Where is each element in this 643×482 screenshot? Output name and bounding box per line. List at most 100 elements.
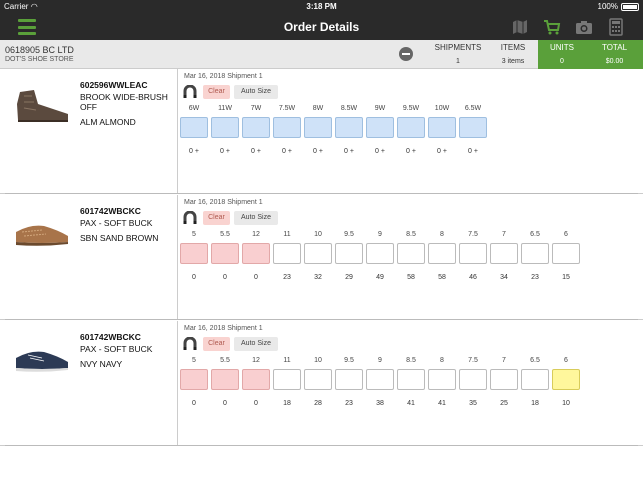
size-label: 9.5 bbox=[344, 231, 354, 238]
size-quantity-box[interactable] bbox=[335, 243, 363, 264]
clear-button[interactable]: Clear bbox=[203, 211, 230, 225]
size-quantity-box[interactable] bbox=[428, 243, 456, 264]
total-label: TOTAL bbox=[601, 43, 628, 52]
nav-actions bbox=[511, 18, 625, 36]
size-cell: 12 0 bbox=[242, 357, 270, 407]
size-quantity-box[interactable] bbox=[397, 117, 425, 138]
size-quantity-box[interactable] bbox=[366, 243, 394, 264]
size-quantity-box[interactable] bbox=[304, 243, 332, 264]
size-cell: 9.5 23 bbox=[335, 357, 363, 407]
size-available: 49 bbox=[376, 274, 384, 281]
clear-button[interactable]: Clear bbox=[203, 337, 230, 351]
size-quantity-box[interactable] bbox=[304, 369, 332, 390]
size-quantity-box[interactable] bbox=[397, 369, 425, 390]
size-available: 35 bbox=[469, 400, 477, 407]
units-label: UNITS bbox=[550, 43, 574, 52]
size-quantity-box[interactable] bbox=[211, 243, 239, 264]
size-quantity-box[interactable] bbox=[273, 243, 301, 264]
size-label: 8W bbox=[312, 105, 324, 112]
size-quantity-box[interactable] bbox=[304, 117, 332, 138]
size-label: 9 bbox=[378, 357, 382, 364]
size-quantity-box[interactable] bbox=[180, 369, 208, 390]
size-available: 0 + bbox=[313, 148, 323, 155]
product-row: 601742WBCKC PAX - SOFT BUCK SBN SAND BRO… bbox=[0, 195, 643, 320]
size-available: 0 bbox=[254, 400, 258, 407]
size-label: 6 bbox=[564, 231, 568, 238]
calculator-icon[interactable] bbox=[607, 18, 625, 36]
size-quantity-box[interactable] bbox=[366, 369, 394, 390]
size-cell: 6.5W 0 + bbox=[459, 105, 487, 155]
size-cell: 10 28 bbox=[304, 357, 332, 407]
shipment-date: Mar 16, 2018 Shipment 1 bbox=[184, 199, 263, 206]
size-label: 6.5 bbox=[530, 357, 540, 364]
size-quantity-box[interactable] bbox=[273, 117, 301, 138]
remove-customer-button[interactable] bbox=[399, 47, 413, 61]
size-quantity-box[interactable] bbox=[459, 369, 487, 390]
size-quantity-box[interactable] bbox=[521, 369, 549, 390]
size-quantity-box[interactable] bbox=[242, 243, 270, 264]
size-quantity-box[interactable] bbox=[459, 117, 487, 138]
magnet-icon[interactable] bbox=[183, 211, 197, 225]
size-quantity-box[interactable] bbox=[366, 117, 394, 138]
size-label: 7.5 bbox=[468, 231, 478, 238]
size-quantity-box[interactable] bbox=[273, 369, 301, 390]
size-quantity-box[interactable] bbox=[521, 243, 549, 264]
size-quantity-box[interactable] bbox=[428, 117, 456, 138]
size-label: 8 bbox=[440, 231, 444, 238]
size-quantity-box[interactable] bbox=[180, 243, 208, 264]
size-cell: 8 58 bbox=[428, 231, 456, 281]
magnet-icon[interactable] bbox=[183, 337, 197, 351]
size-quantity-box[interactable] bbox=[211, 369, 239, 390]
auto-size-button[interactable]: Auto Size bbox=[234, 85, 278, 99]
size-cell: 7.5 35 bbox=[459, 357, 487, 407]
shipments-label: SHIPMENTS bbox=[434, 43, 482, 52]
size-grid: 6W 0 + 11W 0 + 7W 0 + 7.5W 0 + 8W 0 + 8.5W 0 +… bbox=[180, 105, 487, 155]
size-label: 11 bbox=[283, 357, 291, 364]
size-quantity-box[interactable] bbox=[490, 243, 518, 264]
size-quantity-box[interactable] bbox=[242, 369, 270, 390]
divider bbox=[177, 321, 178, 446]
battery-status: 100% bbox=[598, 2, 639, 11]
customer-name: 0618905 BC LTD bbox=[5, 45, 74, 55]
size-quantity-box[interactable] bbox=[552, 369, 580, 390]
cart-icon[interactable] bbox=[543, 18, 561, 36]
size-quantity-box[interactable] bbox=[211, 117, 239, 138]
product-row: 602596WWLEAC BROOK WIDE-BRUSH OFF ALM AL… bbox=[0, 69, 643, 194]
auto-size-button[interactable]: Auto Size bbox=[234, 211, 278, 225]
size-available: 0 bbox=[223, 400, 227, 407]
size-cell: 6.5 18 bbox=[521, 357, 549, 407]
clear-button[interactable]: Clear bbox=[203, 85, 230, 99]
size-grid: 50 5.5 0 12 0 11 18 10 28 9.5 23 9 38 8.5 41 84… bbox=[180, 357, 580, 407]
size-quantity-box[interactable] bbox=[335, 369, 363, 390]
size-quantity-box[interactable] bbox=[397, 243, 425, 264]
size-quantity-box[interactable] bbox=[428, 369, 456, 390]
size-quantity-box[interactable] bbox=[180, 117, 208, 138]
size-label: 7.5 bbox=[468, 357, 478, 364]
size-grid: 50 5.5 0 12 0 11 23 10 32 9.5 29 9 49 8.5 58 85… bbox=[180, 231, 580, 281]
size-label: 6W bbox=[188, 105, 200, 112]
size-quantity-box[interactable] bbox=[242, 117, 270, 138]
product-sku: 602596WWLEAC bbox=[80, 80, 148, 90]
size-quantity-box[interactable] bbox=[552, 243, 580, 264]
size-label: 10W bbox=[434, 105, 450, 112]
product-name: PAX - SOFT BUCK bbox=[80, 344, 153, 354]
size-cell: 7 25 bbox=[490, 357, 518, 407]
size-available: 18 bbox=[531, 400, 539, 407]
customer-summary: 0618905 BC LTD DOT'S SHOE STORE SHIPMENT… bbox=[0, 40, 643, 69]
size-label: 8.5W bbox=[340, 105, 358, 112]
battery-percent: 100% bbox=[597, 2, 618, 11]
size-label: 5.5 bbox=[220, 231, 230, 238]
size-quantity-box[interactable] bbox=[459, 243, 487, 264]
size-quantity-box[interactable] bbox=[490, 369, 518, 390]
magnet-icon[interactable] bbox=[183, 85, 197, 99]
map-icon[interactable] bbox=[511, 18, 529, 36]
product-name: PAX - SOFT BUCK bbox=[80, 218, 153, 228]
auto-size-button[interactable]: Auto Size bbox=[234, 337, 278, 351]
size-available: 41 bbox=[407, 400, 415, 407]
size-available: 10 bbox=[562, 400, 570, 407]
camera-icon[interactable] bbox=[575, 18, 593, 36]
product-name: BROOK WIDE-BRUSH OFF bbox=[80, 92, 168, 112]
size-available: 25 bbox=[500, 400, 508, 407]
size-quantity-box[interactable] bbox=[335, 117, 363, 138]
product-sku: 601742WBCKC bbox=[80, 332, 141, 342]
